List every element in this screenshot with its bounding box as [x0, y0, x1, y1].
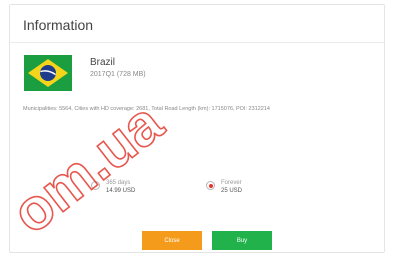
version-size: 2017Q1 (728 MB) [90, 71, 146, 78]
dialog-title: Information [23, 17, 94, 33]
radio-365-days[interactable] [91, 181, 100, 190]
title-divider [10, 42, 384, 43]
buy-button[interactable]: Buy [212, 231, 272, 250]
option-price: 25 USD [221, 188, 243, 194]
radio-selected-dot [208, 183, 213, 188]
option-forever[interactable]: Forever 25 USD [206, 179, 242, 195]
radio-forever[interactable] [206, 181, 215, 190]
country-name: Brazil [90, 57, 116, 68]
brazil-flag-icon [24, 55, 72, 91]
option-price: 14.99 USD [106, 188, 136, 194]
option-label: 365 days [106, 180, 131, 186]
option-label: Forever [221, 180, 242, 186]
information-dialog: Information Brazil 2017Q1 (728 MB) Munic… [9, 4, 385, 253]
option-365-days[interactable]: 365 days 14.99 USD [91, 179, 135, 195]
map-statistics: Municipalities: 5564, Cities with HD cov… [23, 106, 270, 112]
close-button[interactable]: Close [142, 231, 202, 250]
